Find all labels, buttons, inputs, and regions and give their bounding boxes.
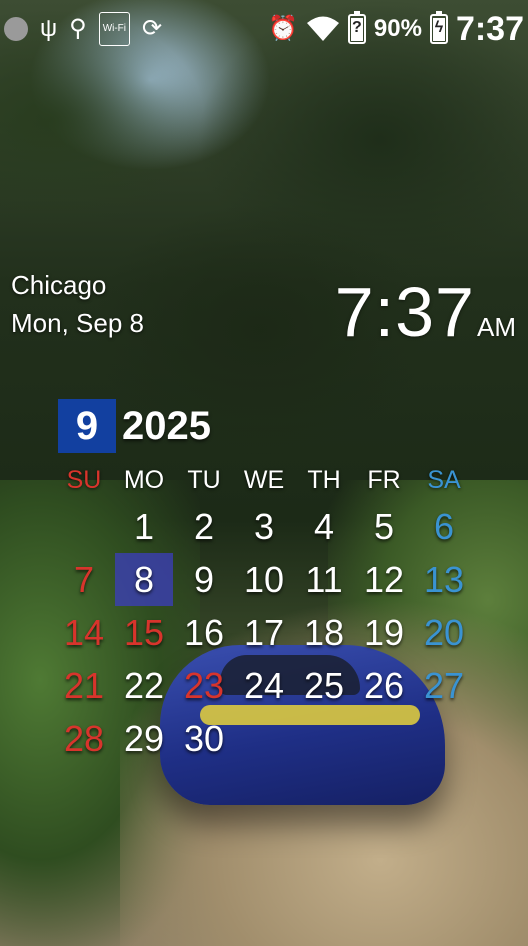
calendar-day-holiday[interactable]: 23 bbox=[174, 659, 234, 712]
calendar-day[interactable]: 11 bbox=[294, 553, 354, 606]
calendar-day[interactable]: 12 bbox=[354, 553, 414, 606]
calendar-day[interactable]: 10 bbox=[234, 553, 294, 606]
battery-unknown-icon: ? bbox=[347, 11, 366, 44]
alarm-icon: ⏰ bbox=[268, 15, 298, 42]
calendar-day[interactable]: 22 bbox=[114, 659, 174, 712]
weekday-friday: FR bbox=[367, 466, 401, 494]
calendar-day[interactable]: 21 bbox=[54, 659, 114, 712]
weekday-tuesday: TU bbox=[187, 466, 221, 494]
calendar-grid[interactable]: SU MO TU WE TH FR SA 1 2 3 4 5 6 7 8 9 1… bbox=[54, 460, 474, 765]
weekday-thursday: TH bbox=[307, 466, 341, 494]
calendar-day[interactable]: 24 bbox=[234, 659, 294, 712]
weekday-sunday: SU bbox=[66, 466, 102, 494]
calendar-day[interactable]: 4 bbox=[294, 500, 354, 553]
calendar-day[interactable]: 5 bbox=[354, 500, 414, 553]
calendar-week-row: 28 29 30 bbox=[54, 712, 474, 765]
calendar-year: 2025 bbox=[122, 403, 211, 448]
clock-widget-date[interactable]: Mon, Sep 8 bbox=[11, 308, 144, 339]
calendar-week-row: 1 2 3 4 5 6 bbox=[54, 500, 474, 553]
calendar-day[interactable]: 2 bbox=[174, 500, 234, 553]
calendar-day-empty bbox=[294, 712, 354, 765]
calendar-day[interactable]: 19 bbox=[354, 606, 414, 659]
clock-widget-city[interactable]: Chicago bbox=[11, 270, 106, 301]
calendar-week-row: 21 22 23 24 25 26 27 bbox=[54, 659, 474, 712]
calendar-day[interactable]: 26 bbox=[354, 659, 414, 712]
calendar-day[interactable]: 18 bbox=[294, 606, 354, 659]
battery-percent: 90% bbox=[373, 15, 422, 42]
calendar-day-empty bbox=[234, 712, 294, 765]
calendar-day[interactable]: 7 bbox=[54, 553, 114, 606]
status-bar-left-icons: ψ ⚲ Wi-Fi ⟳ bbox=[4, 12, 162, 46]
calendar-day-empty bbox=[54, 500, 114, 553]
calendar-week-row: 7 8 9 10 11 12 13 bbox=[54, 553, 474, 606]
status-bar-time: 7:37 bbox=[455, 9, 524, 48]
notification-dot-icon bbox=[4, 17, 28, 41]
calendar-day-today[interactable]: 8 bbox=[114, 553, 174, 606]
usb-icon: ψ bbox=[40, 15, 58, 42]
calendar-day-empty bbox=[414, 712, 474, 765]
calendar-day[interactable]: 6 bbox=[414, 500, 474, 553]
clock-widget-ampm: AM bbox=[477, 312, 516, 342]
calendar-day[interactable]: 1 bbox=[114, 500, 174, 553]
location-badge-icon: ⚲ bbox=[69, 15, 87, 42]
weekday-monday: MO bbox=[123, 466, 165, 494]
calendar-week-row: 14 15 16 17 18 19 20 bbox=[54, 606, 474, 659]
clock-widget-time[interactable]: 7:37AM bbox=[335, 272, 516, 352]
sync-icon: ⟳ bbox=[142, 15, 163, 42]
weekday-wednesday: WE bbox=[243, 466, 285, 494]
calendar-day[interactable]: 28 bbox=[54, 712, 114, 765]
calendar-day[interactable]: 29 bbox=[114, 712, 174, 765]
calendar-day[interactable]: 20 bbox=[414, 606, 474, 659]
battery-charging-icon: ϟ bbox=[429, 11, 448, 44]
calendar-day[interactable]: 25 bbox=[294, 659, 354, 712]
calendar-day[interactable]: 17 bbox=[234, 606, 294, 659]
calendar-day[interactable]: 14 bbox=[54, 606, 114, 659]
calendar-month-badge: 9 bbox=[58, 399, 116, 453]
calendar-day-holiday[interactable]: 15 bbox=[114, 606, 174, 659]
status-bar-right-icons: ⏰ ? 90% ϟ 7:37 bbox=[268, 8, 524, 50]
weekday-saturday: SA bbox=[427, 466, 461, 494]
calendar-day[interactable]: 3 bbox=[234, 500, 294, 553]
calendar-day-empty bbox=[354, 712, 414, 765]
calendar-day[interactable]: 30 bbox=[174, 712, 234, 765]
wifi-signal-icon bbox=[306, 16, 339, 41]
calendar-day[interactable]: 9 bbox=[174, 553, 234, 606]
clock-widget-time-digits: 7:37 bbox=[334, 273, 475, 351]
calendar-day[interactable]: 13 bbox=[414, 553, 474, 606]
status-bar[interactable]: ψ ⚲ Wi-Fi ⟳ ⏰ ? 90% ϟ 7:37 bbox=[0, 0, 528, 56]
calendar-weekday-row: SU MO TU WE TH FR SA bbox=[54, 460, 474, 500]
calendar-day[interactable]: 27 bbox=[414, 659, 474, 712]
calendar-header[interactable]: 9 2025 bbox=[58, 398, 211, 454]
wifi-badge-icon: Wi-Fi bbox=[98, 12, 131, 46]
calendar-day[interactable]: 16 bbox=[174, 606, 234, 659]
